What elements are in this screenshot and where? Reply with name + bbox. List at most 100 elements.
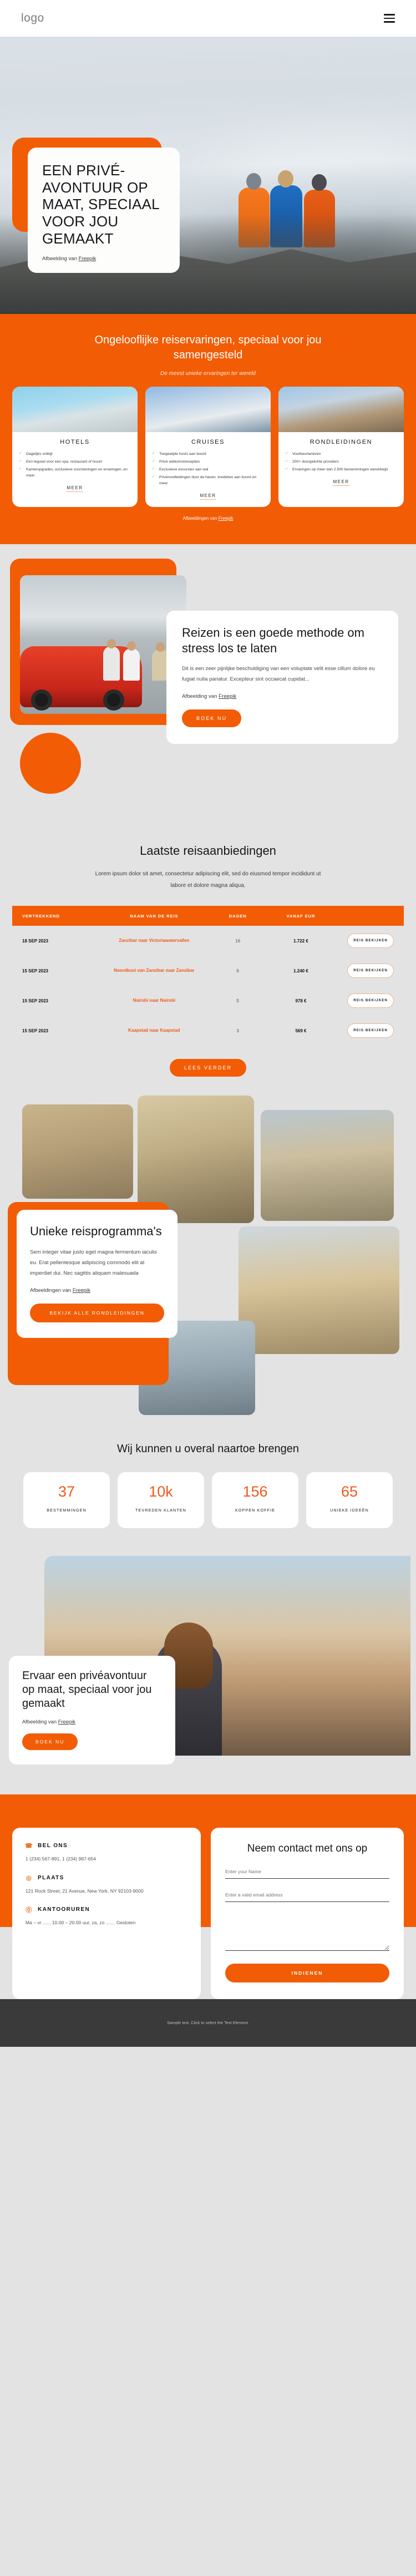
trip-link[interactable]: Noordkust van Zanzibar naar Zanzibar	[114, 968, 194, 973]
column-header-trip-name: NAAM VAN DE REIS	[130, 913, 179, 919]
service-card-hotels[interactable]: HOTELS Dagelijks ontbijt Een tegoed voor…	[12, 387, 138, 507]
contact-block-phone: ☎ BEL ONS 1 (234) 567-891, 1 (234) 987-6…	[24, 1842, 187, 1864]
service-more-link[interactable]: MEER	[152, 493, 264, 500]
travel-head-1	[107, 639, 116, 648]
service-card-cruises[interactable]: CRUISES Toegewijde hosts aan boord Privé…	[145, 387, 271, 507]
row-departure: 15 SEP 2023	[22, 968, 49, 973]
view-trip-button[interactable]: REIS BEKIJKEN	[347, 933, 394, 949]
name-field[interactable]	[225, 1865, 389, 1879]
experience-credit-prefix: Afbeelding van	[22, 1718, 58, 1725]
contact-block-text: Ma – vr ...... 10.00 – 20.00 uur, za, zo…	[26, 1920, 136, 1926]
contact-section: ☎ BEL ONS 1 (234) 567-891, 1 (234) 987-6…	[0, 1794, 416, 1999]
travel-head-2	[127, 641, 136, 651]
travel-credit: Afbeelding van Freepik	[182, 693, 383, 699]
hero-credit-prefix: Afbeelding van	[42, 256, 79, 262]
service-card-image	[278, 387, 404, 432]
travel-person-1	[103, 646, 120, 681]
deals-section: Laatste reisaanbiedingen Lorem ipsum dol…	[0, 783, 416, 1099]
travel-section: Reizen is een goede methode om stress lo…	[0, 544, 416, 794]
site-logo[interactable]: logo	[21, 12, 44, 25]
programs-credit-prefix: Afbeeldingen van	[30, 1287, 73, 1294]
submit-button[interactable]: INDIENEN	[225, 1963, 389, 1982]
table-row: 15 SEP 2023 Kaapstad naar Kaapstad 3 569…	[12, 1016, 404, 1046]
row-departure: 15 SEP 2023	[22, 998, 49, 1003]
view-trip-button[interactable]: REIS BEKIJKEN	[347, 1023, 394, 1038]
stat-number: 65	[341, 1483, 358, 1500]
deals-heading: Laatste reisaanbiedingen	[140, 844, 276, 858]
services-credit-link[interactable]: Freepik	[219, 516, 234, 521]
trip-link[interactable]: Nairobi naar Nairobi	[133, 998, 175, 1003]
hero-figure-1	[239, 187, 270, 247]
deals-lead: Lorem ipsum dolor sit amet, consectetur …	[95, 871, 321, 889]
service-more-link[interactable]: MEER	[285, 479, 397, 486]
travel-wheel-rear	[103, 689, 124, 711]
stat-item-destinations: 37 BESTEMMINGEN	[23, 1472, 110, 1529]
phone-icon: ☎	[24, 1843, 34, 1850]
programs-card: Unieke reisprogramma's Sem integer vitae…	[17, 1210, 177, 1338]
stats-heading: Wij kunnen u overal naartoe brengen	[117, 1443, 299, 1455]
services-section: Ongelooflijke reiservaringen, speciaal v…	[0, 314, 416, 544]
column-header-price: VANAF EUR	[286, 913, 316, 919]
view-trip-button[interactable]: REIS BEKIJKEN	[347, 993, 394, 1008]
programs-credit-link[interactable]: Freepik	[73, 1287, 90, 1294]
contact-block-title: BEL ONS	[38, 1843, 68, 1849]
row-days: 16	[235, 938, 241, 944]
view-all-tours-button[interactable]: BEKIJK ALLE RONDLEIDINGEN	[30, 1304, 164, 1323]
programs-body: Sem integer vitae justo eget magna ferme…	[30, 1249, 157, 1277]
program-photo-1	[22, 1104, 133, 1199]
experience-section: Ervaar een privéavontuur op maat, specia…	[0, 1556, 416, 1795]
view-trip-button[interactable]: REIS BEKIJKEN	[347, 963, 394, 978]
hero-credit: Afbeelding van Freepik	[42, 256, 165, 262]
service-feature-item: Kamerupgrades, exclusieve voorzieningen …	[19, 466, 131, 479]
row-trip-name: Nairobi naar Nairobi	[100, 997, 208, 1004]
service-more-link[interactable]: MEER	[19, 485, 131, 492]
column-header-days: DAGEN	[229, 913, 247, 919]
read-more-button[interactable]: LEES VERDER	[169, 1059, 247, 1077]
contact-form-card: Neem contact met ons op INDIENEN	[211, 1828, 404, 1999]
row-trip-name: Kaapstad naar Kaapstad	[100, 1027, 208, 1034]
experience-title: Ervaar een privéavontuur op maat, specia…	[22, 1670, 152, 1710]
hero-figure-3	[304, 190, 335, 247]
hero-head-1	[246, 173, 261, 190]
contact-form-heading: Neem contact met ons op	[247, 1843, 368, 1855]
row-days: 3	[236, 1028, 239, 1033]
experience-credit: Afbeelding van Freepik	[22, 1718, 162, 1725]
stat-label: KOPPEN KOFFIE	[235, 1508, 276, 1513]
trip-link[interactable]: Zanzibar naar Victoriawatervallen	[119, 938, 189, 943]
hamburger-menu-icon[interactable]	[384, 14, 395, 23]
row-trip-name: Zanzibar naar Victoriawatervallen	[100, 937, 208, 944]
experience-credit-link[interactable]: Freepik	[58, 1718, 75, 1725]
column-header-departure: VERTREKKEND	[22, 913, 60, 919]
contact-info-card: ☎ BEL ONS 1 (234) 567-891, 1 (234) 987-6…	[12, 1828, 201, 1999]
row-days: 5	[236, 998, 239, 1003]
deals-table: VERTREKKEND NAAM VAN DE REIS DAGEN VANAF…	[12, 906, 404, 1046]
service-feature-list: Dagelijks ontbijt Een tegoed voor een sp…	[19, 451, 131, 479]
deals-table-header: VERTREKKEND NAAM VAN DE REIS DAGEN VANAF…	[12, 906, 404, 926]
program-photo-4	[239, 1226, 399, 1354]
stat-item-coffee: 156 KOPPEN KOFFIE	[212, 1472, 298, 1529]
services-credit-prefix: Afbeeldingen van	[182, 516, 219, 521]
stat-number: 10k	[149, 1483, 173, 1500]
row-price: 1.240 €	[293, 968, 308, 973]
row-departure: 15 SEP 2023	[22, 1028, 49, 1033]
table-row: 15 SEP 2023 Nairobi naar Nairobi 5 978 €…	[12, 986, 404, 1016]
experience-book-now-button[interactable]: BOEK NU	[22, 1733, 78, 1751]
hero-title: EEN PRIVÉ-AVONTUUR OP MAAT, SPECIAAL VOO…	[42, 162, 159, 247]
service-feature-item: 200+ doorgelichte providers	[285, 459, 397, 465]
hero-credit-link[interactable]: Freepik	[79, 256, 97, 262]
services-card-list: HOTELS Dagelijks ontbijt Een tegoed voor…	[0, 387, 416, 507]
travel-credit-link[interactable]: Freepik	[219, 693, 236, 699]
contact-block-title: KANTOORUREN	[38, 1906, 90, 1913]
contact-block-title: PLAATS	[38, 1874, 64, 1881]
hero-section: EEN PRIVÉ-AVONTUUR OP MAAT, SPECIAAL VOO…	[0, 37, 416, 314]
message-field[interactable]	[225, 1911, 389, 1951]
row-price: 569 €	[295, 1028, 307, 1033]
row-price: 978 €	[295, 998, 307, 1003]
trip-link[interactable]: Kaapstad naar Kaapstad	[128, 1028, 180, 1033]
service-feature-item: Dagelijks ontbijt	[19, 451, 131, 457]
service-card-rondleidingen[interactable]: RONDLEIDINGEN Voorkeurtarieven 200+ door…	[278, 387, 404, 507]
email-field[interactable]	[225, 1888, 389, 1902]
stats-list: 37 BESTEMMINGEN 10k TEVREDEN KLANTEN 156…	[0, 1472, 416, 1529]
stats-section: Wij kunnen u overal naartoe brengen 37 B…	[0, 1409, 416, 1556]
book-now-button[interactable]: BOEK NU	[182, 709, 242, 728]
